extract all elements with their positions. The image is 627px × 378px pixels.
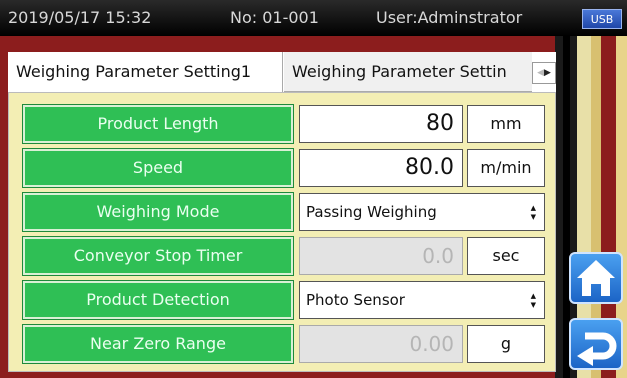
back-button[interactable]	[569, 318, 623, 370]
near-zero-range-input: 0.00	[299, 325, 463, 363]
conveyor-stop-timer-input: 0.0	[299, 237, 463, 275]
speed-unit: m/min	[467, 149, 545, 187]
near-zero-range-unit: g	[467, 325, 545, 363]
datetime: 2019/05/17 15:32	[8, 8, 152, 27]
usb-indicator: USB	[582, 9, 622, 29]
return-arrow-icon	[577, 332, 617, 366]
tab-scroll-buttons[interactable]: ◀▶	[532, 62, 556, 84]
home-icon	[577, 260, 615, 296]
near-zero-range-label: Near Zero Range	[22, 324, 294, 364]
weighing-mode-value: Passing Weighing	[306, 203, 437, 221]
speed-label: Speed	[22, 148, 294, 188]
triangle-right-icon[interactable]: ▶	[544, 68, 551, 78]
conveyor-stop-timer-label: Conveyor Stop Timer	[22, 236, 294, 276]
user-name: User:Adminstrator	[376, 8, 523, 27]
tab-bar: Weighing Parameter Setting1 Weighing Par…	[8, 52, 556, 93]
product-length-unit: mm	[467, 105, 545, 143]
updown-arrows-icon: ▲ ▼	[530, 292, 536, 309]
weighing-mode-select[interactable]: Passing Weighing ▲ ▼	[299, 193, 545, 231]
product-detection-value: Photo Sensor	[306, 291, 405, 309]
status-bar: 2019/05/17 15:32 No: 01-001 User:Adminst…	[0, 0, 627, 36]
tab-weighing-parameter-setting2[interactable]: Weighing Parameter Settin	[284, 52, 532, 92]
conveyor-stop-timer-unit: sec	[467, 237, 545, 275]
home-button[interactable]	[569, 252, 623, 304]
updown-arrows-icon: ▲ ▼	[530, 204, 536, 221]
weighing-mode-label: Weighing Mode	[22, 192, 294, 232]
product-length-label: Product Length	[22, 104, 294, 144]
product-length-input[interactable]: 80	[299, 105, 463, 143]
product-detection-select[interactable]: Photo Sensor ▲ ▼	[299, 281, 545, 319]
parameter-panel: Product Length 80 mm Speed 80.0 m/min We…	[8, 92, 556, 372]
tab-weighing-parameter-setting1[interactable]: Weighing Parameter Setting1	[8, 52, 283, 92]
speed-input[interactable]: 80.0	[299, 149, 463, 187]
triangle-left-icon[interactable]: ◀	[537, 68, 544, 78]
record-number: No: 01-001	[230, 8, 319, 27]
product-detection-label: Product Detection	[22, 280, 294, 320]
